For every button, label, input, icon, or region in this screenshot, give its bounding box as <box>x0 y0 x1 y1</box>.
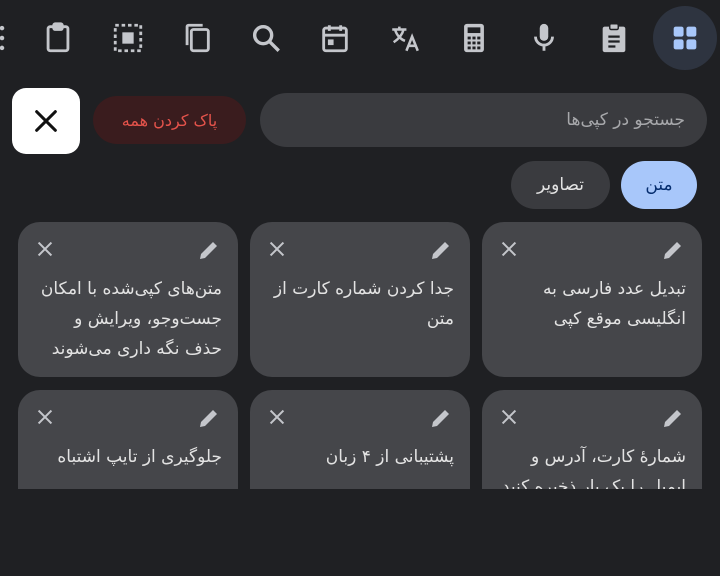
clip-card[interactable]: جدا کردن شماره کارت از متن <box>250 222 470 377</box>
clear-all-button[interactable]: پاک کردن همه <box>93 96 246 144</box>
delete-clip-icon[interactable] <box>266 406 288 428</box>
clipboard-list-icon[interactable] <box>582 6 646 70</box>
search-icon[interactable] <box>234 6 298 70</box>
search-field[interactable] <box>260 93 707 147</box>
edit-clip-icon[interactable] <box>429 406 453 430</box>
calculator-icon[interactable] <box>442 6 506 70</box>
delete-clip-icon[interactable] <box>266 238 288 260</box>
edit-clip-icon[interactable] <box>197 238 221 262</box>
clip-text: پشتیبانی از ۴ زبان <box>325 447 454 467</box>
microphone-icon[interactable] <box>512 6 576 70</box>
edit-clip-icon[interactable] <box>429 238 453 262</box>
delete-clip-icon[interactable] <box>34 406 56 428</box>
calendar-icon[interactable] <box>303 6 367 70</box>
delete-clip-icon[interactable] <box>498 238 520 260</box>
filter-images-chip[interactable]: تصاویر <box>511 161 610 209</box>
filter-text-chip[interactable]: متن <box>621 161 697 209</box>
clipboard-icon[interactable] <box>26 6 90 70</box>
clip-grid: تبدیل عدد فارسی به انگلیسی موقع کپی جدا … <box>0 222 720 489</box>
delete-clip-icon[interactable] <box>34 238 56 260</box>
edit-clip-icon[interactable] <box>661 238 685 262</box>
close-button[interactable] <box>12 88 80 154</box>
clip-card[interactable]: تبدیل عدد فارسی به انگلیسی موقع کپی <box>482 222 702 377</box>
translate-icon[interactable] <box>373 6 437 70</box>
copy-icon[interactable] <box>165 6 229 70</box>
clip-card[interactable]: جلوگیری از تایپ اشتباه <box>18 390 238 489</box>
select-all-icon[interactable] <box>96 6 160 70</box>
clip-text: متن‌های کپی‌شده با امکان جست‌وجو، ویرایش… <box>40 279 222 359</box>
apps-grid-icon[interactable] <box>653 6 717 70</box>
clip-card[interactable]: شمارهٔ کارت، آدرس و ایمیل را یک بار ذخیر… <box>482 390 702 489</box>
clip-text: جلوگیری از تایپ اشتباه <box>57 447 222 467</box>
edit-clip-icon[interactable] <box>197 406 221 430</box>
delete-clip-icon[interactable] <box>498 406 520 428</box>
close-icon <box>35 110 57 132</box>
clip-card[interactable]: متن‌های کپی‌شده با امکان جست‌وجو، ویرایش… <box>18 222 238 377</box>
clip-text: تبدیل عدد فارسی به انگلیسی موقع کپی <box>542 279 686 329</box>
clip-text: جدا کردن شماره کارت از متن <box>273 279 454 329</box>
clip-card[interactable]: پشتیبانی از ۴ زبان <box>250 390 470 489</box>
toolbar <box>0 0 720 75</box>
edit-clip-icon[interactable] <box>661 406 685 430</box>
clip-text: شمارهٔ کارت، آدرس و ایمیل را یک بار ذخیر… <box>501 447 686 489</box>
search-input[interactable] <box>260 93 707 147</box>
